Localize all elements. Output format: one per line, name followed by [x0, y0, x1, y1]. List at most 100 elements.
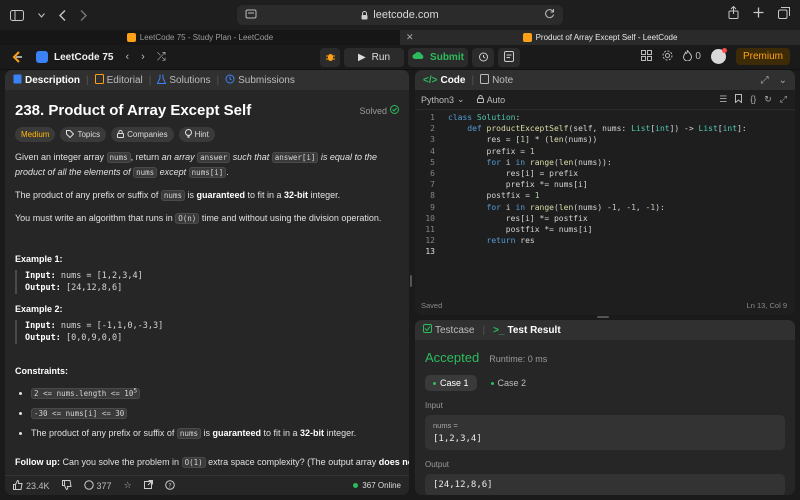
code-line[interactable]: 11 postfix *= nums[i] — [415, 224, 795, 235]
reload-icon[interactable] — [544, 8, 555, 19]
next-problem-icon[interactable]: › — [141, 51, 145, 64]
braces-icon[interactable]: {} — [750, 94, 756, 105]
notes-button[interactable] — [498, 48, 520, 67]
text: guaranteed — [212, 427, 262, 438]
browser-tab-study-plan[interactable]: LeetCode 75 - Study Plan - LeetCode — [0, 30, 400, 45]
shuffle-icon[interactable]: ⤮ — [157, 51, 166, 64]
submit-button[interactable]: Submit — [408, 48, 468, 67]
avatar[interactable] — [710, 48, 727, 64]
maximize-icon[interactable]: ⤢ — [761, 75, 769, 86]
hint-chip[interactable]: Hint — [178, 127, 215, 142]
tab-label: Editorial — [106, 74, 143, 86]
line-number: 13 — [425, 247, 435, 257]
code-line[interactable]: 2 def productExceptSelf(self, nums: List… — [415, 123, 795, 134]
problem-title[interactable]: 238. Product of Array Except Self — [15, 102, 251, 119]
document-icon — [13, 74, 22, 87]
companies-chip[interactable]: Companies — [111, 127, 174, 142]
horizontal-resize-handle[interactable] — [597, 316, 609, 318]
tab-editorial[interactable]: Editorial — [94, 73, 143, 87]
text: integer. — [324, 427, 357, 438]
code-line[interactable]: 5 for i in range(len(nums)): — [415, 157, 795, 168]
like-button[interactable]: 23.4K — [13, 479, 50, 492]
code-line[interactable]: 12 return res — [415, 235, 795, 246]
line-number: 8 — [430, 191, 435, 201]
tag-icon — [66, 129, 75, 140]
format-icon[interactable]: ☰ — [719, 94, 727, 105]
close-tab-icon[interactable]: ✕ — [406, 32, 414, 43]
line-number: 4 — [430, 146, 435, 156]
bookmark-icon[interactable] — [735, 94, 743, 105]
share-icon[interactable] — [728, 6, 739, 19]
result-tabs: Testcase | >_ Test Result — [415, 320, 795, 340]
topics-chip[interactable]: Topics — [60, 127, 107, 142]
case-1-tab[interactable]: Case 1 — [425, 375, 477, 391]
text: Follow up: — [15, 456, 60, 467]
fullscreen-icon[interactable]: ⤢ — [780, 94, 787, 105]
streak-counter[interactable]: 0 — [683, 48, 701, 64]
vertical-resize-handle[interactable] — [410, 275, 412, 287]
tab-solutions[interactable]: Solutions — [157, 74, 211, 87]
code-line[interactable]: 8 postfix = 1 — [415, 190, 795, 201]
help-icon[interactable]: ? — [164, 479, 175, 492]
timer-button[interactable] — [472, 48, 494, 67]
code-line[interactable]: 13 — [415, 246, 795, 257]
prev-problem-icon[interactable]: ‹ — [125, 51, 129, 64]
description-footer: 23.4K 377 ☆ ? 367 Online — [5, 475, 409, 495]
language-select[interactable]: Python3 ⌄ — [421, 94, 465, 105]
layout-grid-icon[interactable] — [641, 49, 653, 64]
tab-testcase[interactable]: Testcase — [423, 324, 474, 336]
like-count: 23.4K — [26, 480, 50, 491]
online-dot-icon — [353, 483, 359, 488]
case-2-tab[interactable]: Case 2 — [483, 375, 535, 391]
code-line[interactable]: 6 res[i] = prefix — [415, 168, 795, 179]
collapse-icon[interactable]: ⌄ — [779, 75, 787, 86]
new-tab-icon[interactable] — [753, 6, 764, 19]
code-line[interactable]: 1 class Solution: — [415, 112, 795, 123]
chevron-down-icon[interactable] — [38, 12, 45, 18]
reset-icon[interactable]: ↻ — [764, 94, 772, 105]
code-editor[interactable]: 1 class Solution: 2 def productExceptSelf(… — [415, 110, 795, 257]
settings-gear-icon[interactable] — [662, 50, 673, 64]
premium-button[interactable]: Premium — [735, 48, 790, 65]
tab-divider: | — [482, 324, 486, 336]
code-line[interactable]: 10 res[i] *= postfix — [415, 213, 795, 224]
inline-code: nums[i] — [188, 167, 227, 178]
tab-description[interactable]: Description — [13, 74, 80, 87]
tab-note[interactable]: Note — [480, 73, 513, 87]
inline-code: nums — [176, 427, 201, 439]
study-plan-title[interactable]: LeetCode 75 — [54, 52, 113, 63]
example-output: [0,0,9,0,0] — [65, 333, 123, 343]
inline-code: nums — [106, 152, 131, 163]
tab-test-result[interactable]: >_ Test Result — [493, 325, 561, 336]
run-button[interactable]: ▶ Run — [344, 48, 404, 67]
tab-overview-icon[interactable] — [778, 6, 790, 19]
address-bar[interactable]: leetcode.com — [237, 5, 563, 25]
code-line[interactable]: 4 prefix = 1 — [415, 146, 795, 157]
external-link-icon[interactable] — [143, 480, 153, 491]
difficulty-badge[interactable]: Medium — [15, 127, 56, 142]
alarm-clock-icon — [478, 51, 489, 65]
example-2-block: Input: nums = [-1,1,0,-3,3] Output: [0,0… — [15, 320, 399, 344]
browser-tab-problem[interactable]: ✕ Product of Array Except Self - LeetCod… — [400, 30, 800, 45]
page-settings-icon[interactable] — [245, 8, 257, 20]
auto-mode-toggle[interactable]: Auto — [476, 95, 505, 105]
line-number: 6 — [430, 168, 435, 178]
comments-button[interactable]: 377 — [83, 479, 112, 492]
study-plan-icon — [36, 51, 48, 63]
code-text: res[i] *= postfix — [448, 213, 588, 223]
thumbs-down-icon[interactable] — [61, 479, 72, 492]
leetcode-logo-icon[interactable] — [10, 50, 24, 64]
debugger-button[interactable] — [320, 48, 340, 67]
forward-arrow-icon[interactable] — [80, 9, 87, 21]
code-line[interactable]: 3 res = [1] * (len(nums)) — [415, 134, 795, 145]
inline-code: O(1) — [181, 456, 206, 468]
star-icon[interactable]: ☆ — [124, 480, 132, 491]
back-arrow-icon[interactable] — [59, 9, 66, 21]
code-line[interactable]: 7 prefix *= nums[i] — [415, 179, 795, 190]
tab-code[interactable]: </> Code — [423, 75, 465, 86]
tab-submissions[interactable]: Submissions — [225, 74, 295, 87]
description-panel: Description | Editorial | Solutions | Su… — [5, 70, 409, 495]
text: such that — [230, 152, 272, 162]
code-line[interactable]: 9 for i in range(len(nums) -1, -1, -1): — [415, 202, 795, 213]
sidebar-toggle-icon[interactable] — [10, 9, 24, 21]
